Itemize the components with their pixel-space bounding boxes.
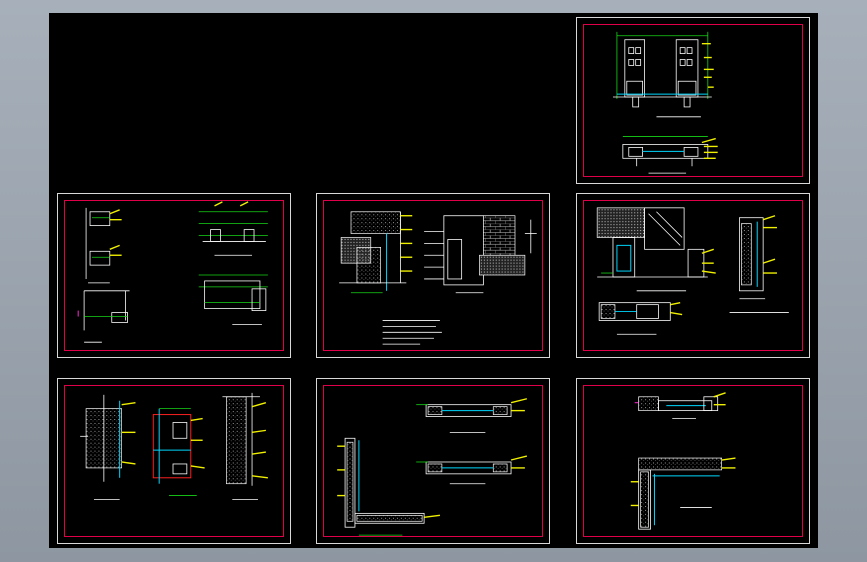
drawing-sheet[interactable]	[57, 193, 291, 358]
detail-drawing	[77, 201, 268, 343]
detail-drawing	[612, 31, 718, 174]
drawing-sheet[interactable]	[57, 378, 291, 544]
drawing-sheet[interactable]	[316, 193, 550, 358]
detail-drawing	[630, 392, 736, 530]
drawing-sheet[interactable]	[576, 193, 810, 358]
drawing-sheet[interactable]	[576, 17, 810, 184]
drawing-sheet[interactable]	[316, 378, 550, 544]
detail-drawing	[80, 392, 268, 500]
detail-drawing	[596, 207, 789, 335]
cad-model-viewport[interactable]	[49, 13, 818, 548]
detail-drawing	[337, 398, 528, 536]
drawing-sheet[interactable]	[576, 378, 810, 544]
detail-drawing	[339, 211, 537, 345]
